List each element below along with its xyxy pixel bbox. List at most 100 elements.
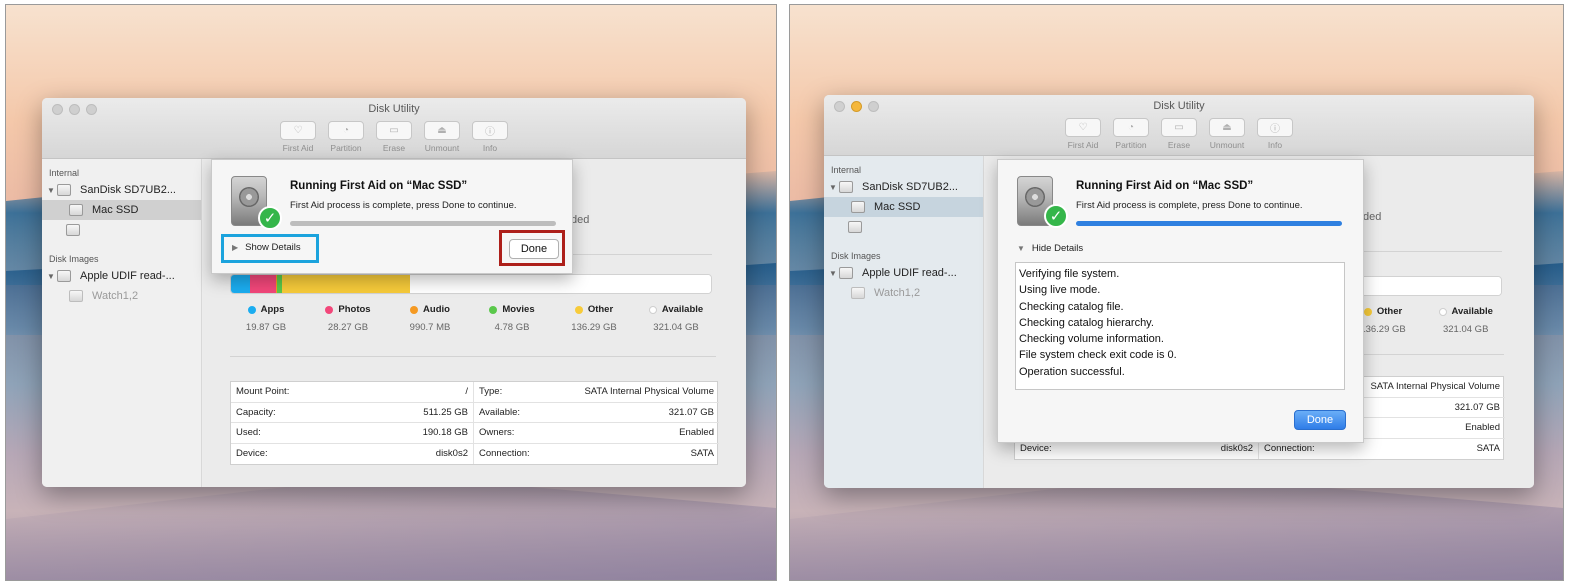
legend-name: Audio	[423, 304, 450, 315]
info-key: Connection:	[1264, 443, 1315, 455]
legend-item-other: Other 136.29 GB	[553, 304, 635, 333]
partition-button[interactable]: ◔ Partition	[1108, 118, 1154, 150]
sidebar-item-mac-ssd[interactable]: Mac SSD	[824, 197, 983, 217]
window-title: Disk Utility	[1153, 100, 1205, 112]
legend-item-photos: Photos 28.27 GB	[307, 304, 389, 333]
volume-info-table: Mount Point: / Type: SATA Internal Physical…	[230, 381, 719, 465]
legend-name: Other	[1376, 306, 1403, 317]
first-aid-button[interactable]: ♡ First Aid	[275, 121, 321, 153]
legend-item-available: Available 321.04 GB	[1424, 306, 1507, 335]
disk-utility-window: Disk Utility ♡ First Aid ◔ Partition ▭ Eras…	[824, 95, 1534, 488]
usage-legend: Apps 19.87 GB Photos 28.27 GB Audio 990.7 MB M…	[225, 304, 717, 333]
sidebar-item-label: Mac SSD	[874, 201, 921, 213]
disk-utility-window: Disk Utility ♡ First Aid ◔ Partition ▭ Eras…	[42, 98, 746, 487]
done-button[interactable]: Done	[1294, 410, 1346, 430]
erase-button[interactable]: ▭ Erase	[371, 121, 417, 153]
sidebar: Internal ▼ SanDisk SD7UB2... Mac SSD Disk…	[824, 156, 984, 488]
hide-details-label: Hide Details	[1031, 243, 1084, 254]
volume-icon	[66, 224, 80, 236]
sidebar-item-disk[interactable]: ▼ SanDisk SD7UB2...	[824, 177, 983, 197]
checkmark-icon: ✓	[258, 206, 282, 230]
disk-image-icon	[839, 267, 853, 279]
checkmark-icon: ✓	[1044, 204, 1068, 228]
info-value: 511.25 GB	[423, 406, 468, 418]
legend-label: Apps	[225, 304, 307, 315]
info-value: disk0s2	[435, 448, 468, 460]
legend-item-movies: Movies 4.78 GB	[471, 304, 553, 333]
unmount-button[interactable]: ⏏ Unmount	[1204, 118, 1250, 150]
sidebar-item-label: SanDisk SD7UB2...	[80, 184, 176, 196]
legend-value: 19.87 GB	[245, 322, 287, 333]
info-button[interactable]: ⓘ Info	[467, 121, 513, 153]
info-row: Device: disk0s2	[231, 443, 474, 464]
info-value: Enabled	[679, 427, 714, 439]
info-icon: ⓘ	[472, 121, 508, 140]
disclosure-triangle-icon[interactable]: ▼	[47, 186, 57, 195]
sidebar-item-unnamed-volume[interactable]	[824, 217, 983, 237]
legend-item-apps: Apps 19.87 GB	[225, 304, 307, 333]
sheet-message: First Aid process is complete, press Don…	[290, 200, 517, 211]
legend-item-available: Available 321.04 GB	[635, 304, 717, 333]
sidebar-item-disk-image[interactable]: ▼ Apple UDIF read-...	[824, 263, 983, 283]
legend-label: Audio	[389, 304, 471, 315]
info-key: Available:	[479, 406, 521, 418]
sidebar-item-disk-image[interactable]: ▼ Apple UDIF read-...	[42, 266, 201, 286]
window-title: Disk Utility	[368, 103, 420, 115]
sidebar-item-disk[interactable]: ▼ SanDisk SD7UB2...	[42, 180, 201, 200]
sidebar-item-label: Mac SSD	[92, 204, 139, 216]
disclosure-down-icon: ▼	[1017, 244, 1025, 253]
unmount-button[interactable]: ⏏ Unmount	[419, 121, 465, 153]
erase-label: Erase	[382, 143, 406, 153]
sidebar-section-disk-images: Disk Images	[831, 251, 881, 261]
volume-description-partial: ded	[1363, 211, 1382, 223]
legend-name: Available	[661, 304, 704, 315]
first-aid-sheet: ✓ Running First Aid on “Mac SSD” First A…	[211, 159, 573, 274]
sidebar-section-internal: Internal	[831, 165, 862, 175]
unmount-label: Unmount	[424, 143, 460, 153]
legend-label: Photos	[307, 304, 389, 315]
legend-swatch	[489, 305, 498, 314]
legend-swatch	[574, 305, 583, 314]
log-line: Checking catalog file.	[1019, 300, 1124, 313]
stethoscope-icon: ♡	[1065, 118, 1101, 137]
legend-value: 28.27 GB	[327, 322, 369, 333]
toolbar: ♡ First Aid ◔ Partition ▭ Erase ⏏ Unmount ⓘ I…	[42, 121, 746, 153]
pie-icon: ◔	[328, 121, 364, 140]
legend-name: Apps	[260, 304, 285, 315]
partition-button[interactable]: ◔ Partition	[323, 121, 369, 153]
info-key: Mount Point:	[236, 386, 290, 398]
sidebar-item-watch[interactable]: Watch1,2	[824, 283, 983, 303]
highlight-box-red	[499, 230, 565, 266]
legend-name: Other	[587, 304, 614, 315]
hide-details-toggle[interactable]: ▼ Hide Details	[1017, 243, 1083, 254]
wallpaper-wave	[790, 475, 1563, 580]
disclosure-triangle-icon[interactable]: ▼	[829, 183, 839, 192]
sidebar-item-mac-ssd[interactable]: Mac SSD	[42, 200, 201, 220]
info-value: 190.18 GB	[422, 427, 468, 439]
sidebar-item-label: Apple UDIF read-...	[80, 270, 175, 282]
erase-button[interactable]: ▭ Erase	[1156, 118, 1202, 150]
disclosure-triangle-icon[interactable]: ▼	[47, 272, 57, 281]
info-key: Capacity:	[236, 406, 276, 418]
legend-value: 321.04 GB	[653, 322, 699, 333]
log-line: Operation successful.	[1019, 365, 1125, 378]
unmount-label: Unmount	[1209, 140, 1245, 150]
sidebar-item-unnamed-volume[interactable]	[42, 220, 201, 240]
info-row: Mount Point: /	[231, 382, 474, 403]
log-line: File system check exit code is 0.	[1019, 349, 1177, 362]
pie-icon: ◔	[1113, 118, 1149, 137]
info-value: disk0s2	[1220, 443, 1253, 455]
info-icon: ⓘ	[1257, 118, 1293, 137]
first-aid-label: First Aid	[282, 143, 314, 153]
erase-icon: ▭	[1161, 118, 1197, 137]
info-button[interactable]: ⓘ Info	[1252, 118, 1298, 150]
info-value: SATA Internal Physical Volume	[1370, 381, 1500, 393]
info-key: Connection:	[479, 448, 530, 460]
divider	[230, 356, 716, 357]
legend-swatch	[410, 305, 419, 314]
volume-icon	[69, 290, 83, 302]
legend-swatch	[325, 305, 334, 314]
disclosure-triangle-icon[interactable]: ▼	[829, 269, 839, 278]
sidebar-item-watch[interactable]: Watch1,2	[42, 286, 201, 306]
first-aid-button[interactable]: ♡ First Aid	[1060, 118, 1106, 150]
